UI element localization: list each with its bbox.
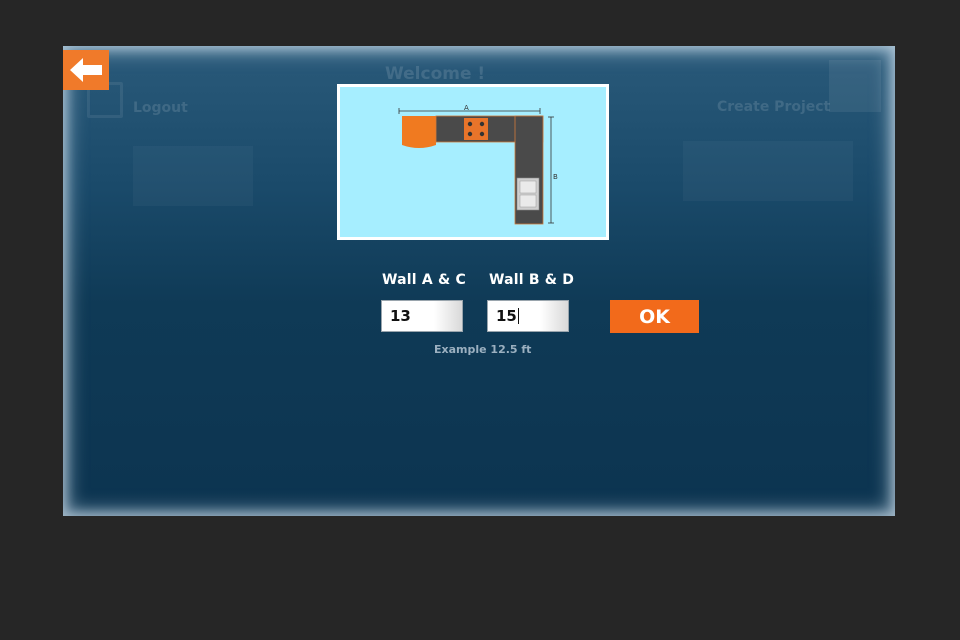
- back-button[interactable]: [63, 50, 109, 90]
- wall-bd-label: Wall B & D: [489, 272, 575, 288]
- app-panel: Welcome ! Logout Create Project A B Wall…: [63, 46, 895, 516]
- wall-ac-value: 13: [390, 307, 411, 325]
- background-tile: [683, 141, 853, 201]
- wall-bd-input[interactable]: 15: [487, 300, 569, 332]
- ok-button[interactable]: OK: [610, 300, 699, 333]
- text-caret: [517, 308, 519, 324]
- example-hint: Example 12.5 ft: [434, 343, 532, 356]
- wall-bd-value: 15: [496, 307, 517, 325]
- wall-ac-input[interactable]: 13: [381, 300, 463, 332]
- create-project-label: Create Project: [717, 99, 831, 115]
- kitchen-layout-diagram: A B: [340, 87, 606, 237]
- wall-ac-label: Wall A & C: [382, 272, 466, 288]
- stove: [464, 118, 488, 140]
- l-shaped-kitchen-diagram: A B: [398, 104, 558, 225]
- dimension-label-a: A: [464, 104, 469, 112]
- create-project-icon: [829, 60, 881, 112]
- fridge-shape: [402, 116, 436, 148]
- kitchen-layout-image: A B: [337, 84, 609, 240]
- welcome-title: Welcome !: [385, 64, 486, 84]
- arrow-left-icon: [70, 58, 102, 82]
- dimension-label-b: B: [553, 173, 558, 181]
- background-tile: [133, 146, 253, 206]
- logout-label: Logout: [133, 100, 188, 116]
